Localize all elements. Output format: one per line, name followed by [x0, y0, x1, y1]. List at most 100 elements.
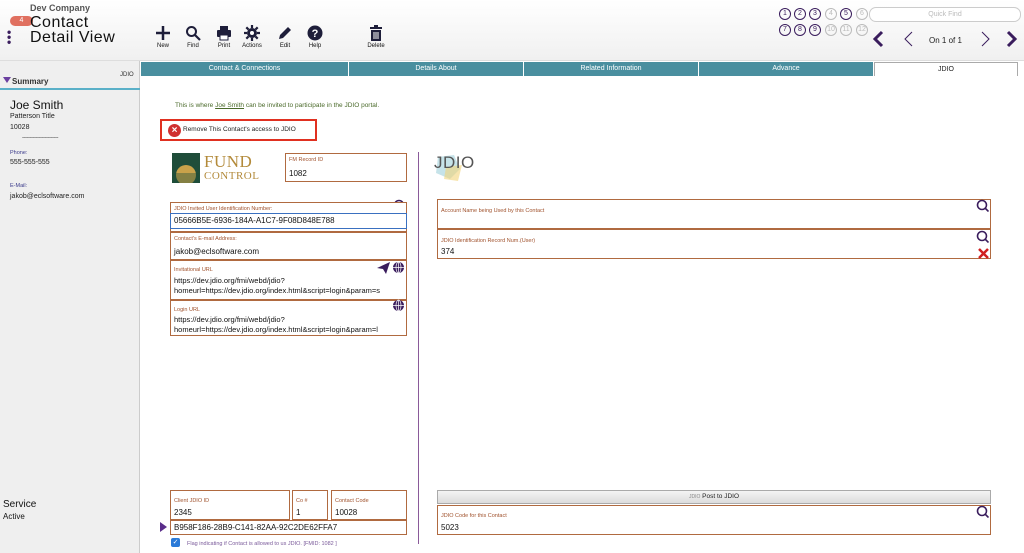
- record-circle[interactable]: 12: [856, 24, 868, 36]
- intro-suffix: can be invited to participate in the JDI…: [244, 102, 380, 109]
- login-url-line2: homeurl=https://dev.jdio.org/index.html&…: [174, 325, 378, 334]
- gear-icon: [244, 25, 260, 41]
- contact-title: Patterson Title: [10, 113, 55, 120]
- tab-details-about[interactable]: Details About: [349, 62, 524, 76]
- chevron-right-icon: [981, 31, 990, 47]
- record-circle[interactable]: 11: [840, 24, 852, 36]
- jdio-logo-text: JDIO: [434, 153, 475, 172]
- email-field-label: Contact's E-mail Address:: [174, 236, 237, 242]
- login-url-field[interactable]: Login URL https://dev.jdio.org/fmi/webd/…: [170, 300, 407, 336]
- invitational-url-label: Invitational URL: [174, 267, 213, 273]
- jdio-record-label: JDIO Identification Record Num.(User): [441, 238, 536, 244]
- co-number-label: Co #: [296, 498, 308, 504]
- first-record-button[interactable]: [872, 30, 888, 50]
- title-line-2: Detail View: [30, 29, 116, 46]
- client-jdio-label: Client JDIO ID: [174, 498, 210, 504]
- help-icon: ?: [307, 25, 323, 41]
- fm-record-field[interactable]: FM Record ID 1082: [285, 153, 407, 182]
- company-name: Dev Company: [30, 3, 91, 13]
- summary-label: Summary: [12, 77, 49, 86]
- post-to-jdio-button[interactable]: JDIO Post to JDIO: [437, 490, 991, 504]
- jdio-code-label: JDIO Code for this Contact: [441, 513, 507, 519]
- next-record-button[interactable]: [978, 30, 994, 50]
- record-circle[interactable]: 8: [794, 24, 806, 36]
- guid-field[interactable]: B958F186-28B9-C141-82AA-92C2DE62FFA7: [170, 520, 407, 535]
- tab-advance[interactable]: Advance: [699, 62, 874, 76]
- search-icon[interactable]: [976, 230, 990, 244]
- jdio-logo: JDIO: [432, 151, 482, 183]
- email-field[interactable]: Contact's E-mail Address: jakob@eclsoftw…: [170, 232, 407, 260]
- tab-contact-connections[interactable]: Contact & Connections: [141, 62, 349, 76]
- printer-icon: [217, 26, 231, 41]
- quick-find-input[interactable]: Quick Find: [869, 7, 1021, 22]
- expand-triangle-icon[interactable]: [3, 77, 11, 83]
- invitational-url-line1: https://dev.jdio.org/fmi/webd/jdio?: [174, 276, 285, 285]
- login-url-line1: https://dev.jdio.org/fmi/webd/jdio?: [174, 315, 285, 324]
- globe-icon[interactable]: [392, 261, 404, 274]
- tab-related-information[interactable]: Related Information: [524, 62, 699, 76]
- tab-jdio[interactable]: JDIO: [874, 62, 1018, 76]
- post-jdio-tag: JDIO: [688, 494, 701, 500]
- chevron-left-icon: [872, 30, 884, 48]
- jdio-allowed-checkbox[interactable]: ✓: [171, 538, 180, 547]
- remove-access-label: Remove This Contact's access to JDIO: [183, 126, 296, 133]
- send-icon[interactable]: [377, 261, 390, 274]
- record-circle[interactable]: 7: [779, 24, 791, 36]
- record-circle[interactable]: 5: [840, 8, 852, 20]
- login-url-label: Login URL: [174, 307, 200, 313]
- globe-icon[interactable]: [392, 299, 404, 312]
- intro-contact-link[interactable]: Joe Smith: [215, 102, 244, 109]
- contact-zip: 10028: [10, 124, 30, 131]
- help-label: Help: [308, 43, 322, 49]
- plus-icon: [156, 26, 170, 40]
- delete-x-icon[interactable]: [978, 246, 990, 259]
- account-name-field[interactable]: Account Name being Used by this Contact: [437, 199, 991, 229]
- record-circle[interactable]: 4: [825, 8, 837, 20]
- close-circle-icon: ×: [168, 124, 181, 137]
- svg-text:?: ?: [312, 28, 319, 40]
- logo-fund: FUND: [204, 152, 253, 171]
- search-icon[interactable]: [976, 505, 990, 519]
- chevron-right-icon: [1006, 30, 1018, 48]
- prev-record-button[interactable]: [902, 30, 918, 50]
- service-status: Active: [3, 512, 25, 521]
- jdio-code-value: 5023: [441, 523, 459, 532]
- record-circle[interactable]: 1: [779, 8, 791, 20]
- trash-icon: [370, 25, 382, 41]
- fund-control-logo: FUND CONTROL: [172, 152, 266, 185]
- record-circle[interactable]: 2: [794, 8, 806, 20]
- more-menu-icon[interactable]: • • •: [7, 26, 12, 48]
- last-record-button[interactable]: [1004, 30, 1020, 50]
- remove-access-button[interactable]: × Remove This Contact's access to JDIO: [160, 119, 317, 141]
- help-button[interactable]: ? Help: [296, 25, 334, 55]
- client-jdio-field[interactable]: Client JDIO ID 2345: [170, 490, 290, 520]
- summary-sidebar: Summary JDIO Joe Smith Patterson Title 1…: [0, 61, 140, 553]
- contact-code-field[interactable]: Contact Code 10028: [331, 490, 407, 520]
- record-circle[interactable]: 3: [809, 8, 821, 20]
- jdio-record-field[interactable]: JDIO Identification Record Num.(User) 37…: [437, 229, 991, 259]
- jdio-code-field[interactable]: JDIO Code for this Contact 5023: [437, 505, 991, 535]
- title-line-1: Contact: [30, 14, 89, 31]
- invitational-url-field[interactable]: Invitational URL https://dev.jdio.org/fm…: [170, 260, 407, 300]
- invited-uid-input[interactable]: 05666B5E-6936-184A-A1C7-9F08D848E788: [170, 213, 407, 229]
- chevron-left-icon: [904, 31, 913, 47]
- email-value: jakob@eclsoftware.com: [10, 193, 85, 200]
- search-icon[interactable]: [976, 199, 990, 213]
- page-title: Contact Detail View: [30, 14, 116, 46]
- co-number-field[interactable]: Co # 1: [292, 490, 328, 520]
- contact-name: Joe Smith: [10, 98, 64, 112]
- intro-prefix: This is where: [175, 102, 216, 109]
- guid-value: B958F186-28B9-C141-82AA-92C2DE62FFA7: [174, 523, 338, 532]
- search-icon: [186, 26, 201, 41]
- invitational-url-line2: homeurl=https://dev.jdio.org/index.html&…: [174, 286, 381, 295]
- jdio-tag: JDIO: [120, 72, 134, 78]
- delete-button[interactable]: Delete: [357, 25, 395, 55]
- client-jdio-value: 2345: [174, 508, 192, 517]
- record-circle[interactable]: 9: [809, 24, 821, 36]
- pencil-icon: [279, 27, 291, 39]
- expand-triangle-icon[interactable]: [160, 522, 167, 532]
- record-circle[interactable]: 10: [825, 24, 837, 36]
- phone-value: 555-555-555: [10, 159, 50, 166]
- email-field-value: jakob@eclsoftware.com: [174, 247, 260, 256]
- record-circle[interactable]: 6: [856, 8, 868, 20]
